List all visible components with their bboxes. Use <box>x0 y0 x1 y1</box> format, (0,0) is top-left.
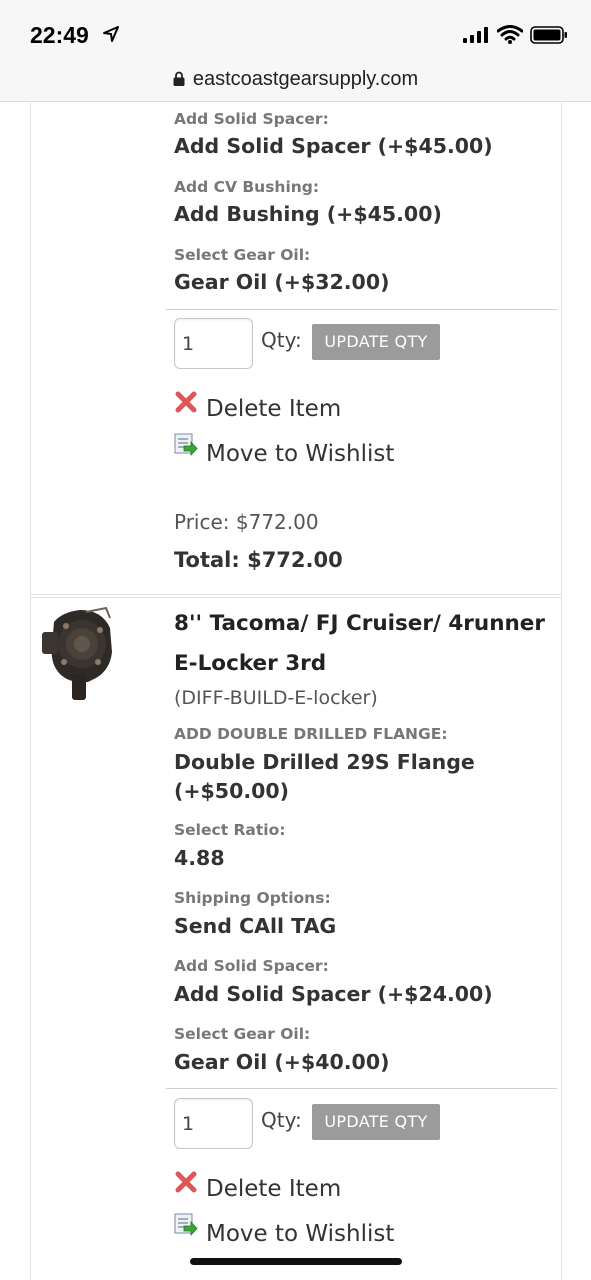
quantity-input[interactable]: 1 <box>174 318 253 369</box>
item-price: Price: $772.00 <box>174 510 319 534</box>
close-icon <box>175 1171 197 1193</box>
option-label: ADD DOUBLE DRILLED FLANGE: <box>174 725 448 743</box>
option-label: Add Solid Spacer: <box>174 957 329 975</box>
move-to-wishlist-label: Move to Wishlist <box>206 1221 395 1247</box>
delete-item-label: Delete Item <box>206 1176 342 1202</box>
status-bar: 22:49 <box>0 0 591 64</box>
product-title[interactable]: 8'' Tacoma/ FJ Cruiser/ 4runner E-Locker… <box>174 604 554 684</box>
qty-label: Qty: <box>261 328 302 352</box>
item-total: Total: $772.00 <box>174 548 343 572</box>
option-value: Add Solid Spacer (+$45.00) <box>174 134 493 158</box>
move-to-wishlist-label: Move to Wishlist <box>206 441 395 467</box>
option-value: Gear Oil (+$40.00) <box>174 1050 390 1074</box>
delete-item-link[interactable]: Delete Item <box>174 1171 342 1202</box>
update-qty-button[interactable]: UPDATE QTY <box>312 1104 440 1140</box>
delete-item-label: Delete Item <box>206 396 342 422</box>
wifi-icon <box>497 25 523 44</box>
item-divider <box>31 594 561 598</box>
home-indicator[interactable] <box>190 1258 402 1265</box>
status-time: 22:49 <box>30 22 89 48</box>
option-value: Add Solid Spacer (+$24.00) <box>174 982 493 1006</box>
option-value: Double Drilled 29S Flange (+$50.00) <box>174 750 475 803</box>
delete-item-link[interactable]: Delete Item <box>174 391 342 422</box>
location-arrow-icon <box>103 26 119 42</box>
divider <box>166 309 557 310</box>
cart-list: Add Solid Spacer: Add Solid Spacer (+$45… <box>30 102 562 1280</box>
cellular-signal-icon <box>463 27 488 43</box>
product-sku: (DIFF-BUILD-E-locker) <box>174 687 378 709</box>
option-label: Select Gear Oil: <box>174 1025 311 1043</box>
option-label: Shipping Options: <box>174 889 331 907</box>
qty-label: Qty: <box>261 1108 302 1132</box>
option-value: Add Bushing (+$45.00) <box>174 202 442 226</box>
wishlist-icon <box>174 433 198 456</box>
option-label: Select Gear Oil: <box>174 246 311 264</box>
quantity-input[interactable]: 1 <box>174 1098 253 1149</box>
battery-icon <box>530 26 567 44</box>
close-icon <box>175 391 197 413</box>
option-label: Add CV Bushing: <box>174 178 320 196</box>
option-label: Select Ratio: <box>174 821 286 839</box>
browser-url-bar[interactable]: eastcoastgearsupply.com <box>0 64 591 102</box>
divider <box>166 1088 557 1089</box>
url-text: eastcoastgearsupply.com <box>192 68 419 90</box>
option-value: 4.88 <box>174 846 225 870</box>
move-to-wishlist-link[interactable]: Move to Wishlist <box>174 1213 395 1247</box>
option-label: Add Solid Spacer: <box>174 110 329 128</box>
wishlist-icon <box>174 1213 198 1236</box>
move-to-wishlist-link[interactable]: Move to Wishlist <box>174 433 395 467</box>
option-value: Gear Oil (+$32.00) <box>174 270 390 294</box>
product-image[interactable] <box>40 600 118 708</box>
option-value: Send CAll TAG <box>174 914 337 938</box>
lock-icon <box>173 71 185 86</box>
update-qty-button[interactable]: UPDATE QTY <box>312 324 440 360</box>
